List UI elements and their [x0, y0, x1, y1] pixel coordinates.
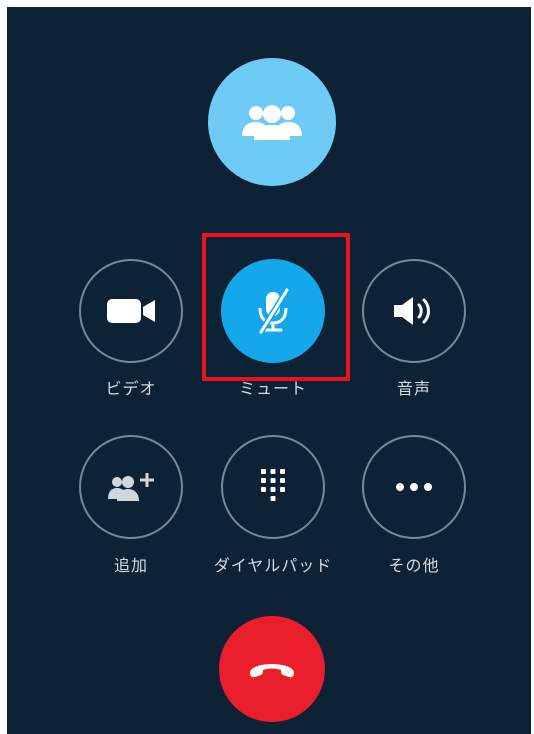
group-people-icon: [242, 105, 302, 140]
more-label: その他: [388, 556, 440, 575]
mute-button[interactable]: [221, 259, 325, 363]
mute-label: ミュート: [238, 379, 307, 398]
group-avatar: [208, 58, 336, 186]
dialpad-icon: [261, 469, 285, 501]
video-camera-icon: [107, 299, 155, 323]
speaker-label: 音声: [396, 379, 431, 398]
dialpad-label: ダイヤルパッド: [213, 556, 333, 575]
speaker-button[interactable]: [362, 259, 466, 363]
speaker-volume-icon: [394, 297, 430, 325]
video-button[interactable]: [79, 259, 183, 363]
call-screen: ビデオ ミュート 音声 追加 ダイヤルパッド その他: [7, 7, 531, 734]
hang-up-phone-icon: [250, 664, 294, 678]
more-button[interactable]: [362, 435, 466, 539]
add-people-icon: [108, 473, 154, 501]
add-people-button[interactable]: [79, 435, 183, 539]
dialpad-button[interactable]: [221, 435, 325, 539]
more-dots-icon: [396, 483, 432, 491]
microphone-muted-icon: [258, 288, 290, 334]
end-call-button[interactable]: [219, 616, 325, 722]
add-label: 追加: [113, 556, 148, 575]
video-label: ビデオ: [105, 379, 157, 398]
